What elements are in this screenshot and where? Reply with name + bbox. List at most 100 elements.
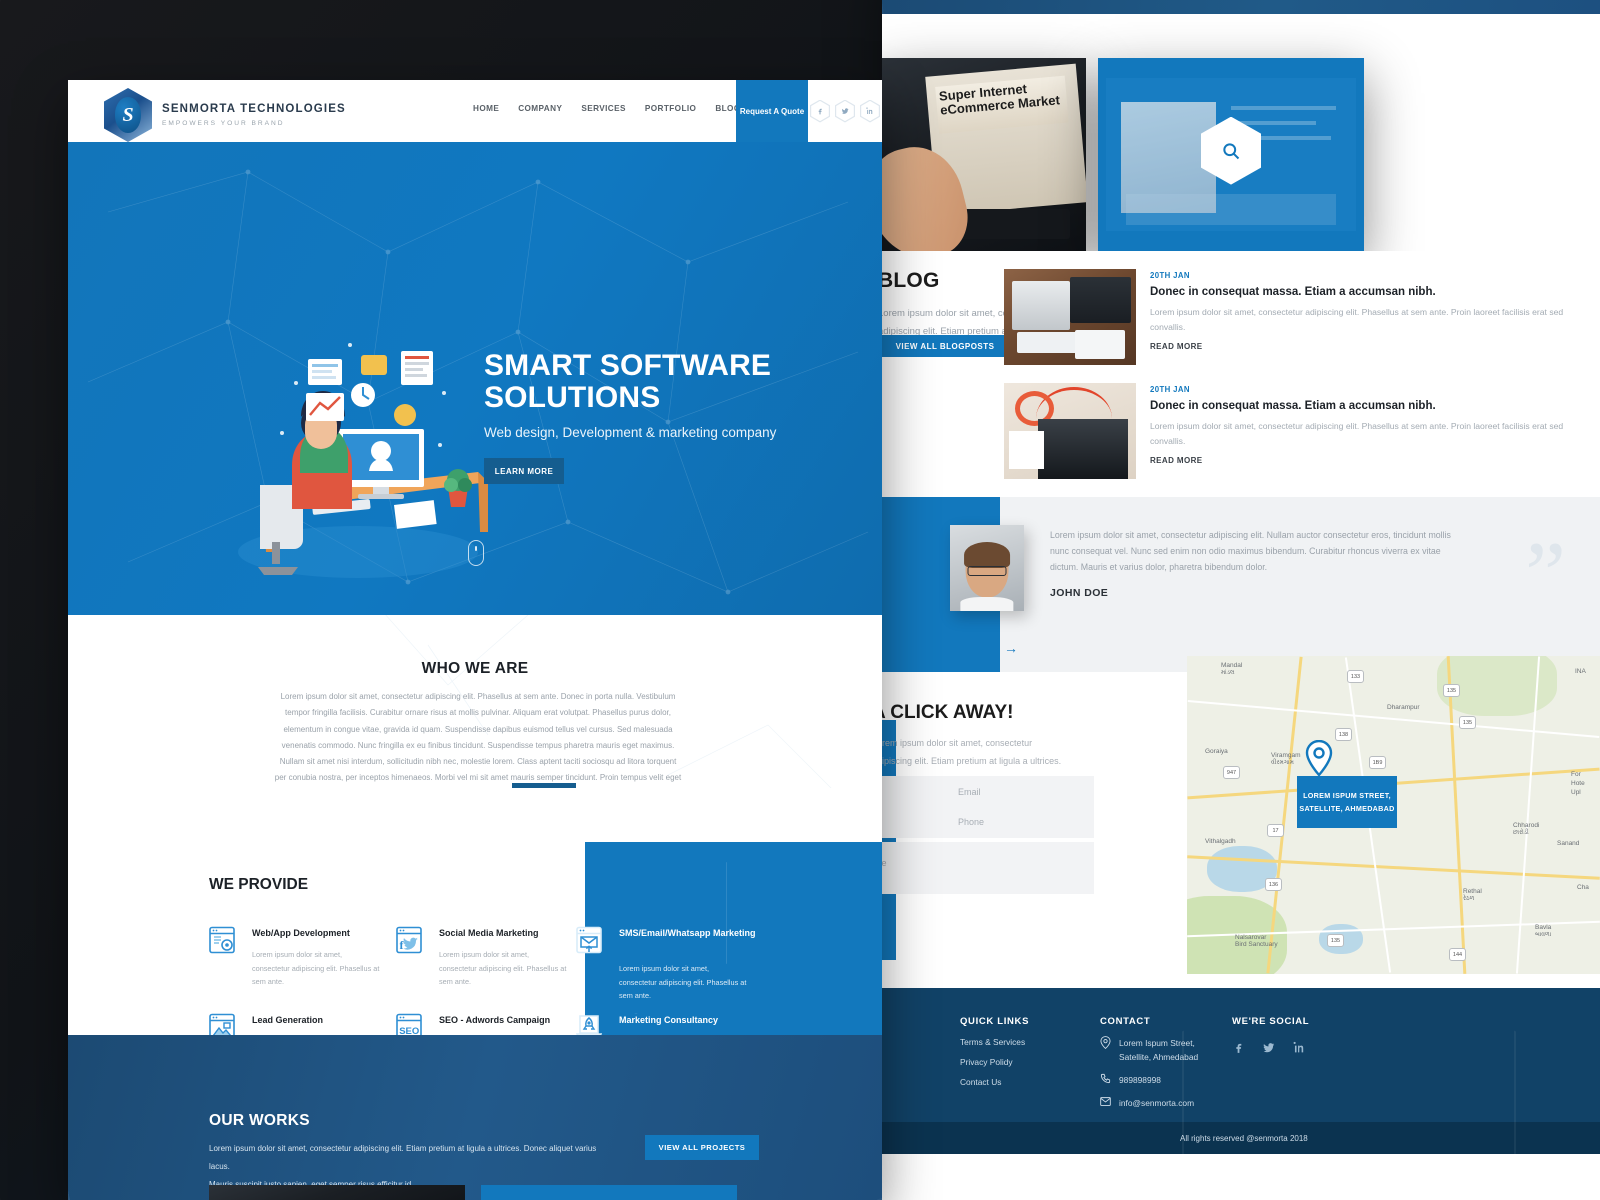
work-thumbnail[interactable]	[209, 1185, 465, 1200]
service-description: Lorem ipsum dolor sit amet, consectetur …	[619, 964, 747, 1001]
map-label: Chharodi છારોડી	[1513, 822, 1540, 836]
location-pin-icon	[1100, 1036, 1111, 1049]
highway-shield: 17	[1267, 824, 1284, 837]
logo-letter: S	[122, 103, 134, 126]
blog-read-more-link[interactable]: READ MORE	[1150, 342, 1584, 351]
email-field[interactable]: Email	[946, 776, 1094, 808]
search-icon	[1223, 142, 1240, 159]
footer-quick-links: QUICK LINKS Terms & Services Privacy Pol…	[960, 1016, 1029, 1087]
footer-social: WE'RE SOCIAL	[1232, 1016, 1319, 1059]
blog-post-excerpt: Lorem ipsum dolor sit amet, consectetur …	[1150, 307, 1564, 332]
footer-link[interactable]: Privacy Polidy	[960, 1057, 1029, 1067]
contact-title: A CLICK AWAY!	[882, 702, 1014, 723]
footer-link[interactable]: Contact Us	[960, 1077, 1029, 1087]
facebook-icon[interactable]	[810, 99, 830, 123]
hero-title: SMART SOFTWARE SOLUTIONS	[484, 349, 772, 415]
brand-name: SENMORTA TECHNOLOGIES	[162, 103, 346, 115]
blog-post-heading[interactable]: Donec in consequat massa. Etiam a accums…	[1150, 286, 1584, 298]
view-all-projects-button[interactable]: VIEW ALL PROJECTS	[645, 1135, 759, 1160]
service-title: SMS/Email/Whatsapp Marketing	[619, 928, 756, 938]
linkedin-icon[interactable]	[860, 99, 880, 123]
blog-post-date: 20TH JAN	[1150, 271, 1190, 280]
testimonial-prev-button[interactable]: ←	[974, 639, 996, 657]
highway-shield: 133	[1347, 670, 1364, 683]
project-thumbnail-phone[interactable]: Super Internet eCommerce Market	[882, 58, 1086, 251]
testimonial-next-button[interactable]: →	[1000, 639, 1022, 657]
highway-shield: 135	[1459, 716, 1476, 729]
footer-heading: QUICK LINKS	[960, 1016, 1030, 1027]
message-field[interactable]: Message	[882, 842, 1094, 894]
logo[interactable]: S SENMORTA TECHNOLOGIES EMPOWERS YOUR BR…	[104, 88, 346, 142]
hero-illustration	[238, 343, 488, 578]
twitter-icon[interactable]	[835, 99, 855, 123]
primary-homepage-mockup: S SENMORTA TECHNOLOGIES EMPOWERS YOUR BR…	[68, 80, 882, 1200]
map-label: Goraiya	[1205, 748, 1228, 755]
service-title: SEO - Adwords Campaign	[439, 1015, 551, 1025]
logo-text: SENMORTA TECHNOLOGIES EMPOWERS YOUR BRAN…	[162, 103, 346, 127]
blog-post-item[interactable]: 20TH JAN Donec in consequat massa. Etiam…	[1004, 383, 1584, 479]
highway-shield: 136	[1265, 878, 1282, 891]
blog-post-heading[interactable]: Donec in consequat massa. Etiam a accums…	[1150, 400, 1584, 412]
our-works-title: OUR WORKS	[209, 1112, 310, 1129]
footer-heading: WE'RE SOCIAL	[1232, 1016, 1310, 1027]
highway-shield: 135	[1443, 684, 1460, 697]
phone-icon	[1100, 1073, 1111, 1084]
work-thumbnail[interactable]	[481, 1185, 737, 1200]
scroll-mouse-icon[interactable]	[468, 540, 484, 566]
map-label: For Hote Upl	[1571, 771, 1585, 796]
map-label: Vithalgadh	[1205, 838, 1236, 845]
hexagon-logo-icon: S	[104, 88, 152, 142]
our-works-description: Lorem ipsum dolor sit amet, consectetur …	[209, 1144, 597, 1189]
footer-link[interactable]: Terms & Services	[960, 1037, 1029, 1047]
secondary-page-mockup: Lorem ipsum dolor sit amet, consectetur …	[882, 0, 1600, 1200]
footer-phone[interactable]: 989898998	[1100, 1073, 1198, 1087]
twitter-icon[interactable]	[1262, 1041, 1275, 1054]
service-title: Marketing Consultancy	[619, 1015, 719, 1025]
nav-item-services[interactable]: SERVICES	[581, 104, 626, 113]
blog-post-item[interactable]: 20TH JAN Donec in consequat massa. Etiam…	[1004, 269, 1584, 365]
map-pin-icon[interactable]	[1305, 740, 1333, 776]
blog-post-date: 20TH JAN	[1150, 385, 1190, 394]
request-a-quote-button[interactable]: Request A Quote	[736, 80, 808, 142]
site-footer: QUICK LINKS Terms & Services Privacy Pol…	[882, 988, 1600, 1154]
highway-shield: 947	[1223, 766, 1240, 779]
map-label: Cha	[1577, 884, 1589, 891]
nav-item-home[interactable]: HOME	[473, 104, 499, 113]
map-label: Viramgam વીરમગામ	[1271, 752, 1301, 766]
testimonial-avatar	[950, 525, 1024, 611]
phone-field[interactable]: Phone	[946, 806, 1094, 838]
mail-icon	[1100, 1097, 1111, 1106]
testimonial-quote: Lorem ipsum dolor sit amet, consectetur …	[1050, 530, 1451, 572]
blog-post-image	[1004, 269, 1136, 365]
nav-item-company[interactable]: COMPANY	[518, 104, 562, 113]
view-all-blogposts-button[interactable]: VIEW ALL BLOGPOSTS	[882, 335, 1008, 357]
copyright-text: All rights reserved @senmorta 2018	[1180, 1133, 1308, 1143]
phone-photo: Super Internet eCommerce Market	[882, 58, 1086, 251]
blog-section: BLOG Lorem ipsum dolor sit amet, consect…	[882, 251, 1600, 497]
blog-post-excerpt: Lorem ipsum dolor sit amet, consectetur …	[1150, 421, 1564, 446]
service-title: Social Media Marketing	[439, 928, 539, 938]
location-map[interactable]: Mandal માંડલ Dharampur Goraiya Viramgam વી…	[1187, 656, 1600, 974]
footer-email[interactable]: info@senmorta.com	[1100, 1096, 1198, 1110]
we-provide-title: WE PROVIDE	[209, 876, 309, 893]
highway-shield: 138	[1335, 728, 1352, 741]
blog-post-body: 20TH JAN Donec in consequat massa. Etiam…	[1150, 271, 1584, 351]
service-title: Web/App Development	[252, 928, 350, 938]
copyright-bar: All rights reserved @senmorta 2018	[882, 1122, 1600, 1154]
service-description: Lorem ipsum dolor sit amet, consectetur …	[252, 950, 380, 987]
facebook-icon[interactable]	[1232, 1041, 1245, 1054]
quote-mark-icon: ”	[1525, 523, 1566, 625]
learn-more-button[interactable]: LEARN MORE	[484, 458, 564, 484]
contact-section: A CLICK AWAY! Lorem ipsum dolor sit amet…	[882, 656, 1600, 988]
linkedin-icon[interactable]	[1293, 1041, 1306, 1054]
project-thumbnail-website[interactable]	[1098, 58, 1364, 251]
map-label: INA	[1575, 668, 1586, 675]
nav-item-portfolio[interactable]: PORTFOLIO	[645, 104, 696, 113]
blog-post-image	[1004, 383, 1136, 479]
blog-read-more-link[interactable]: READ MORE	[1150, 456, 1584, 465]
footer-contact: CONTACT Lorem Ispum Street, Satellite, A…	[1100, 1016, 1198, 1110]
map-label: Bavla બાવળા	[1535, 924, 1552, 938]
contact-subtitle: Lorem ipsum dolor sit amet, consectetur …	[882, 738, 1062, 766]
hero-subtitle: Web design, Development & marketing comp…	[484, 425, 777, 440]
who-we-are-body: Lorem ipsum dolor sit amet, consectetur …	[274, 692, 682, 799]
